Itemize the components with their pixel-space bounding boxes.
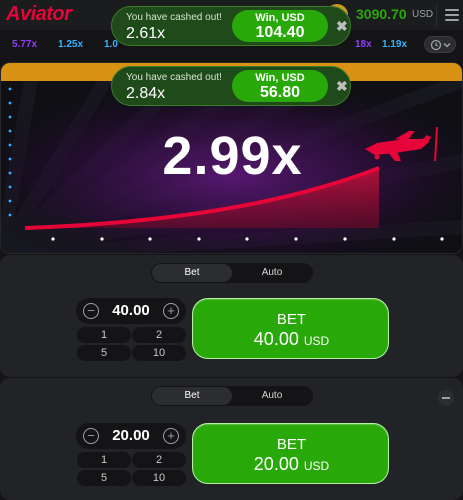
menu-icon[interactable] — [445, 9, 459, 21]
balance-currency: USD — [412, 9, 434, 20]
cashout-win-badge: Win, USD 56.80 — [232, 70, 328, 102]
history-item: 1.25x — [58, 39, 84, 50]
tab-bet[interactable]: Bet — [152, 387, 232, 405]
history-item: 18x — [355, 39, 372, 50]
increase-bet-button[interactable]: + — [163, 303, 179, 319]
header-divider — [436, 4, 437, 26]
bet-panel-1: Bet Auto − 40.00 + 1 2 5 10 BET 40.00 US… — [0, 255, 463, 377]
place-bet-button[interactable]: BET 40.00 USD — [192, 298, 389, 359]
aviator-logo: Aviator — [6, 3, 72, 25]
history-item: 1.19x — [382, 39, 408, 50]
bet-mode-tabs: Bet Auto — [151, 386, 313, 406]
remove-panel-button[interactable] — [438, 390, 454, 406]
quick-amount-button[interactable]: 5 — [77, 345, 131, 361]
bet-amount-stepper: − 20.00 + — [76, 423, 186, 449]
bet-panel-2: Bet Auto − 20.00 + 1 2 5 10 BET 20.00 US… — [0, 378, 463, 500]
cashout-toast: You have cashed out! 2.61x Win, USD 104.… — [111, 6, 351, 46]
quick-amount-button[interactable]: 5 — [77, 470, 131, 486]
bet-button-amount-line: 20.00 USD — [193, 454, 390, 475]
win-amount: 56.80 — [259, 84, 301, 101]
balance-amount: 3090.70 — [356, 6, 407, 22]
increase-bet-button[interactable]: + — [163, 428, 179, 444]
win-label: Win, USD — [255, 72, 305, 84]
bet-amount-value[interactable]: 40.00 — [102, 302, 160, 319]
bet-button-amount-line: 40.00 USD — [193, 329, 390, 350]
aviator-game-screen: Aviator 3090.70 USD 5.77x 1.25x 1.0 18x … — [0, 0, 463, 500]
history-clock-icon — [430, 39, 451, 51]
decrease-bet-button[interactable]: − — [83, 303, 99, 319]
quick-amount-button[interactable]: 2 — [132, 327, 186, 343]
cashout-toast-label: You have cashed out! — [126, 12, 222, 23]
bet-button-label: BET — [276, 311, 307, 328]
bet-button-amount: 40.00 — [253, 329, 299, 349]
tab-bet[interactable]: Bet — [152, 264, 232, 282]
quick-amount-button[interactable]: 10 — [132, 470, 186, 486]
tab-auto[interactable]: Auto — [232, 264, 312, 282]
decrease-bet-button[interactable]: − — [83, 428, 99, 444]
history-item: 5.77x — [12, 39, 38, 50]
quick-amount-button[interactable]: 10 — [132, 345, 186, 361]
bet-button-amount: 20.00 — [253, 454, 299, 474]
cashout-toast-multiplier: 2.84x — [126, 85, 166, 102]
cashout-toast: You have cashed out! 2.84x Win, USD 56.8… — [111, 66, 351, 106]
win-label: Win, USD — [255, 12, 305, 24]
bet-button-currency: USD — [303, 459, 330, 473]
current-multiplier: 2.99x — [162, 126, 303, 186]
history-toggle-button[interactable] — [424, 36, 456, 53]
bet-amount-stepper: − 40.00 + — [76, 298, 186, 324]
bet-button-label: BET — [276, 436, 307, 453]
quick-amount-button[interactable]: 2 — [132, 452, 186, 468]
history-item: 1.0 — [104, 39, 118, 50]
minus-icon — [442, 397, 450, 399]
cashout-toast-label: You have cashed out! — [126, 72, 222, 83]
win-amount: 104.40 — [255, 24, 305, 41]
cashout-win-badge: Win, USD 104.40 — [232, 10, 328, 42]
bet-amount-value[interactable]: 20.00 — [102, 427, 160, 444]
bet-button-currency: USD — [303, 334, 330, 348]
quick-amount-button[interactable]: 1 — [77, 327, 131, 343]
tab-auto[interactable]: Auto — [232, 387, 312, 405]
place-bet-button[interactable]: BET 20.00 USD — [192, 423, 389, 484]
close-icon[interactable]: ✖ — [336, 78, 348, 95]
close-icon[interactable]: ✖ — [336, 18, 348, 35]
quick-amount-button[interactable]: 1 — [77, 452, 131, 468]
cashout-toast-multiplier: 2.61x — [126, 25, 166, 42]
bet-mode-tabs: Bet Auto — [151, 263, 313, 283]
